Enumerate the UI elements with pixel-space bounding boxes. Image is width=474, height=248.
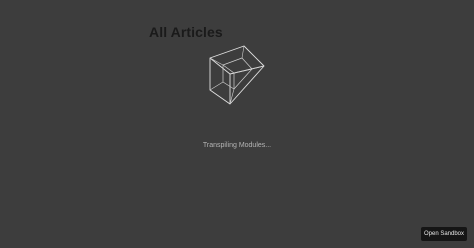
open-sandbox-button[interactable]: Open Sandbox xyxy=(421,227,467,241)
loading-status-text: Transpiling Modules... xyxy=(202,142,272,149)
sandbox-preview: All Articles Transpiling Modules... Open… xyxy=(0,0,474,248)
page-title: All Articles xyxy=(149,24,223,40)
cube-icon xyxy=(209,45,265,105)
